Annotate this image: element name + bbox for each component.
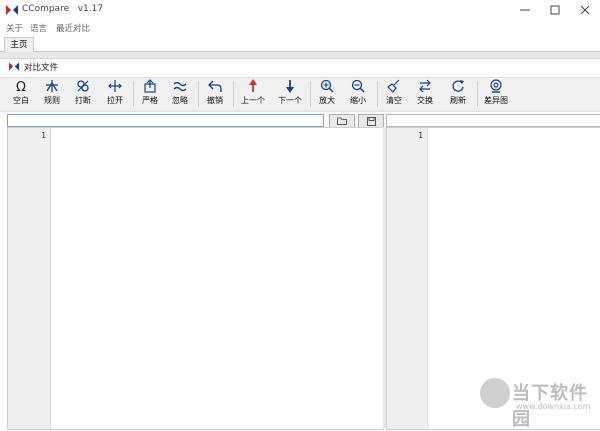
zoom-in-button[interactable]: 放大: [314, 79, 340, 109]
undo-button[interactable]: 撤销: [202, 79, 228, 109]
menu-language[interactable]: 语言: [30, 22, 47, 34]
divider: [0, 52, 600, 59]
tab-home[interactable]: 主页: [4, 37, 34, 52]
rule-button[interactable]: 规则: [39, 79, 65, 109]
ignore-button[interactable]: 忽略: [167, 79, 193, 109]
app-logo-icon: [6, 5, 18, 15]
toolbar-separator: [477, 81, 478, 107]
zoom-in-icon: [320, 79, 334, 93]
expand-label: 拉开: [107, 96, 123, 105]
line-number: 1: [41, 131, 46, 140]
document-header: [0, 59, 600, 75]
break-button[interactable]: 打断: [70, 79, 96, 109]
watermark-logo: [480, 378, 510, 408]
expand-button[interactable]: 拉开: [102, 79, 128, 109]
swap-label: 交换: [417, 96, 433, 105]
clear-label: 清空: [386, 96, 402, 105]
zoom-in-label: 放大: [319, 96, 335, 105]
line-number: 1: [418, 131, 423, 140]
previous-button[interactable]: 上一个: [237, 79, 269, 109]
minimize-icon: [520, 9, 530, 11]
left-file-path-input[interactable]: [7, 114, 324, 127]
expand-icon: [108, 80, 122, 92]
swap-icon: [419, 79, 431, 93]
strict-button[interactable]: 严格: [137, 79, 163, 109]
toolbar-separator: [233, 81, 234, 107]
refresh-icon: [452, 80, 464, 92]
clear-icon: [387, 79, 400, 93]
right-line-gutter: 1: [387, 128, 428, 429]
strict-label: 严格: [142, 96, 158, 105]
document-title: 对比文件: [24, 63, 59, 73]
left-save-button[interactable]: [358, 114, 384, 128]
refresh-button[interactable]: 刷新: [445, 79, 471, 109]
up-arrow-icon: [249, 79, 257, 92]
strict-icon: [144, 79, 156, 93]
zoom-out-button[interactable]: 缩小: [345, 79, 371, 109]
zoom-out-icon: [351, 79, 365, 93]
diff-map-button[interactable]: 差异图: [481, 79, 511, 109]
swap-button[interactable]: 交换: [412, 79, 438, 109]
previous-label: 上一个: [241, 96, 265, 105]
toolbar-separator: [198, 81, 199, 107]
toolbar-separator: [377, 81, 378, 107]
document-logo-icon: [9, 62, 19, 71]
left-open-button[interactable]: [329, 114, 355, 128]
maximize-icon: [550, 5, 560, 15]
break-icon: [77, 80, 89, 92]
minimize-button[interactable]: [510, 0, 540, 20]
close-icon: [580, 5, 590, 15]
undo-icon: [208, 80, 222, 92]
zoom-out-label: 缩小: [350, 96, 366, 105]
maximize-button[interactable]: [540, 0, 570, 20]
break-label: 打断: [75, 96, 91, 105]
menu-recent[interactable]: 最近对比: [56, 22, 90, 34]
window-title: CCompare v1.17: [22, 4, 104, 14]
tab-strip: [0, 35, 600, 52]
toolbar-separator: [133, 81, 134, 107]
menu-about[interactable]: 关于: [6, 22, 23, 34]
right-file-path-input[interactable]: [386, 114, 600, 127]
toolbar-separator: [310, 81, 311, 107]
folder-icon: [337, 117, 347, 125]
close-button[interactable]: [570, 0, 600, 20]
undo-label: 撤销: [207, 96, 223, 105]
omega-icon: Ω: [16, 80, 26, 93]
watermark-url: www.downxia.com: [516, 402, 591, 411]
ignore-label: 忽略: [172, 96, 188, 105]
left-line-gutter: 1: [8, 128, 51, 429]
diff-map-label: 差异图: [484, 96, 508, 105]
left-editor[interactable]: 1: [7, 127, 384, 430]
svg-text:Ω: Ω: [16, 80, 26, 93]
rule-icon: [46, 80, 58, 92]
blank-label: 空白: [13, 96, 29, 105]
refresh-label: 刷新: [450, 96, 466, 105]
diff-map-icon: [490, 79, 502, 93]
rule-label: 规则: [44, 96, 60, 105]
ignore-icon: [173, 81, 187, 92]
clear-button[interactable]: 清空: [381, 79, 407, 109]
save-icon: [366, 116, 376, 126]
blank-button[interactable]: Ω 空白: [8, 79, 34, 109]
down-arrow-icon: [286, 80, 294, 93]
next-label: 下一个: [278, 96, 302, 105]
next-button[interactable]: 下一个: [274, 79, 306, 109]
